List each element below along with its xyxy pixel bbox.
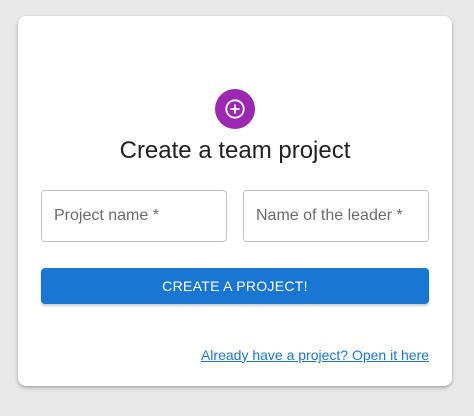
avatar (215, 89, 255, 129)
open-project-link[interactable]: Already have a project? Open it here (201, 347, 429, 363)
page-title: Create a team project (119, 137, 351, 164)
project-name-input[interactable] (42, 191, 226, 241)
leader-name-field[interactable] (243, 190, 429, 242)
create-project-card: Create a team project CREATE A PROJECT! … (18, 16, 452, 386)
create-project-button[interactable]: CREATE A PROJECT! (41, 268, 429, 304)
add-circle-icon (224, 98, 246, 120)
leader-name-input[interactable] (244, 191, 428, 241)
project-name-field[interactable] (41, 190, 227, 242)
